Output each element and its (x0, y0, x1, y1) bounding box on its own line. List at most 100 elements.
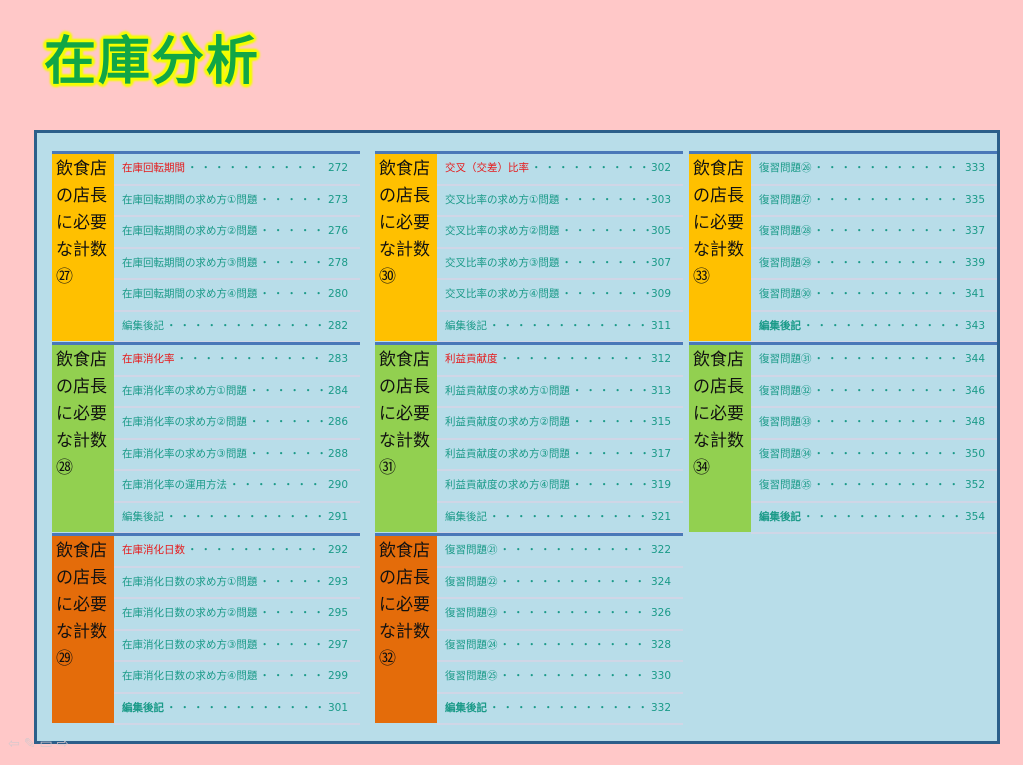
leader-dots: ・・・・・・・・・・・・・・・・・・・・ (499, 575, 649, 588)
contents-row[interactable]: 在庫回転期間・・・・・・・・・・・・・・・・・・・・272 (114, 154, 360, 186)
back-arrow-icon[interactable]: ⇦ (8, 736, 24, 752)
page-number: 292 (327, 544, 348, 556)
leader-dots: ・・・・・・・・・・・・・・・・・・・・ (813, 162, 963, 174)
contents-row[interactable]: 在庫消化日数の求め方②問題・・・・・・・・・・・・・・・・・・・・295 (114, 599, 360, 631)
contents-row[interactable]: 在庫消化率の求め方③問題・・・・・・・・・・・・・・・・・・・・288 (114, 440, 360, 471)
row-title: 編集後記 (445, 319, 487, 332)
contents-row[interactable]: 編集後記・・・・・・・・・・・・・・・・・・・・301 (114, 694, 360, 725)
page-number: 276 (327, 225, 348, 237)
leader-dots: ・・・・・・・・・・・・・・・・・・・・ (813, 256, 963, 269)
chapter-list: 在庫消化日数・・・・・・・・・・・・・・・・・・・・292在庫消化日数の求め方①… (114, 533, 360, 725)
contents-row[interactable]: 利益貢献度の求め方③問題・・・・・・・・・・・・・・・・・・・・317 (437, 440, 683, 471)
leader-dots: ・・・・・・・・・・・・・・・・・・・・ (187, 544, 326, 556)
page-number: 311 (650, 319, 671, 332)
row-title: 編集後記 (122, 701, 164, 714)
contents-row[interactable]: 復習問題㉙・・・・・・・・・・・・・・・・・・・・339 (751, 249, 997, 280)
page-number: 326 (650, 607, 671, 619)
row-title: 利益貢献度 (445, 353, 498, 365)
leader-dots: ・・・・・・・・・・・・・・・・・・・・ (813, 288, 963, 300)
leader-dots: ・・・・・・・・・・・・・・・・・・・・ (571, 479, 649, 491)
contents-row[interactable]: 復習問題㉞・・・・・・・・・・・・・・・・・・・・350 (751, 440, 997, 471)
contents-row[interactable]: 復習問題㉟・・・・・・・・・・・・・・・・・・・・352 (751, 471, 997, 503)
contents-row[interactable]: 復習問題㉜・・・・・・・・・・・・・・・・・・・・346 (751, 377, 997, 408)
page-number: 284 (327, 384, 348, 397)
contents-row[interactable]: 在庫回転期間の求め方①問題・・・・・・・・・・・・・・・・・・・・273 (114, 186, 360, 217)
contents-row[interactable]: 復習問題㉛・・・・・・・・・・・・・・・・・・・・344 (751, 345, 997, 377)
leader-dots: ・・・・・・・・・・・・・・・・・・・・ (561, 288, 649, 300)
page-number: 286 (327, 416, 348, 428)
page-number: 344 (964, 353, 985, 365)
contents-row[interactable]: 復習問題㉓・・・・・・・・・・・・・・・・・・・・326 (437, 599, 683, 631)
contents-row[interactable]: 在庫消化日数・・・・・・・・・・・・・・・・・・・・292 (114, 536, 360, 568)
page-number: 282 (327, 319, 348, 332)
contents-row[interactable]: 復習問題㉕・・・・・・・・・・・・・・・・・・・・330 (437, 662, 683, 694)
page-number: 350 (964, 447, 985, 460)
contents-row[interactable]: 復習問題㉘・・・・・・・・・・・・・・・・・・・・337 (751, 217, 997, 249)
contents-row[interactable]: 復習問題㉝・・・・・・・・・・・・・・・・・・・・348 (751, 408, 997, 440)
contents-row[interactable]: 編集後記・・・・・・・・・・・・・・・・・・・・332 (437, 694, 683, 725)
page-number: 288 (327, 447, 348, 460)
contents-row[interactable]: 在庫回転期間の求め方③問題・・・・・・・・・・・・・・・・・・・・278 (114, 249, 360, 280)
leader-dots: ・・・・・・・・・・・・・・・・・・・・ (571, 447, 649, 460)
leader-dots: ・・・・・・・・・・・・・・・・・・・・ (813, 447, 963, 460)
chapter-label: 飲食店の店長に必要な計数㉛ (375, 342, 437, 532)
contents-row[interactable]: 復習問題㉖・・・・・・・・・・・・・・・・・・・・333 (751, 154, 997, 186)
row-title: 利益貢献度の求め方③問題 (445, 447, 570, 460)
contents-row[interactable]: 在庫消化率の運用方法・・・・・・・・・・・・・・・・・・・・290 (114, 471, 360, 503)
contents-row[interactable]: 編集後記・・・・・・・・・・・・・・・・・・・・321 (437, 503, 683, 534)
contents-row[interactable]: 在庫消化日数の求め方①問題・・・・・・・・・・・・・・・・・・・・293 (114, 568, 360, 599)
contents-row[interactable]: 在庫消化率の求め方②問題・・・・・・・・・・・・・・・・・・・・286 (114, 408, 360, 440)
page-number: 273 (327, 193, 348, 206)
contents-row[interactable]: 交叉比率の求め方③問題・・・・・・・・・・・・・・・・・・・・307 (437, 249, 683, 280)
contents-row[interactable]: 利益貢献度・・・・・・・・・・・・・・・・・・・・312 (437, 345, 683, 377)
row-title: 在庫消化日数 (122, 544, 185, 556)
page-number: 312 (650, 353, 671, 365)
leader-dots: ・・・・・・・・・・・・・・・・・・・・ (166, 701, 326, 714)
chapter-label: 飲食店の店長に必要な計数㉘ (52, 342, 114, 532)
row-title: 在庫消化率の運用方法 (122, 479, 227, 491)
contents-row[interactable]: 利益貢献度の求め方②問題・・・・・・・・・・・・・・・・・・・・315 (437, 408, 683, 440)
contents-row[interactable]: 編集後記・・・・・・・・・・・・・・・・・・・・311 (437, 312, 683, 343)
contents-row[interactable]: 在庫消化日数の求め方③問題・・・・・・・・・・・・・・・・・・・・297 (114, 631, 360, 662)
leader-dots: ・・・・・・・・・・・・・・・・・・・・ (259, 607, 326, 619)
forward-arrow-icon[interactable]: ⇨ (57, 736, 73, 752)
contents-row[interactable]: 交叉（交差）比率・・・・・・・・・・・・・・・・・・・・302 (437, 154, 683, 186)
contents-row[interactable]: 在庫消化率の求め方①問題・・・・・・・・・・・・・・・・・・・・284 (114, 377, 360, 408)
contents-row[interactable]: 編集後記・・・・・・・・・・・・・・・・・・・・282 (114, 312, 360, 343)
contents-row[interactable]: 利益貢献度の求め方①問題・・・・・・・・・・・・・・・・・・・・313 (437, 377, 683, 408)
contents-row[interactable]: 利益貢献度の求め方④問題・・・・・・・・・・・・・・・・・・・・319 (437, 471, 683, 503)
row-title: 在庫回転期間の求め方①問題 (122, 193, 258, 206)
contents-row[interactable]: 交叉比率の求め方④問題・・・・・・・・・・・・・・・・・・・・309 (437, 280, 683, 312)
contents-row[interactable]: 交叉比率の求め方①問題・・・・・・・・・・・・・・・・・・・・303 (437, 186, 683, 217)
contents-row[interactable]: 復習問題㉗・・・・・・・・・・・・・・・・・・・・335 (751, 186, 997, 217)
slide-nav: ⇦✎▭⇨ (8, 736, 72, 752)
menu-icon[interactable]: ▭ (39, 736, 56, 752)
chapter-block: 飲食店の店長に必要な計数㉝復習問題㉖・・・・・・・・・・・・・・・・・・・・33… (689, 151, 997, 343)
leader-dots: ・・・・・・・・・・・・・・・・・・・・ (259, 638, 326, 651)
contents-row[interactable]: 編集後記・・・・・・・・・・・・・・・・・・・・343 (751, 312, 997, 343)
contents-row[interactable]: 在庫消化日数の求め方④問題・・・・・・・・・・・・・・・・・・・・299 (114, 662, 360, 694)
contents-row[interactable]: 復習問題㉚・・・・・・・・・・・・・・・・・・・・341 (751, 280, 997, 312)
contents-row[interactable]: 編集後記・・・・・・・・・・・・・・・・・・・・291 (114, 503, 360, 534)
contents-row[interactable]: 編集後記・・・・・・・・・・・・・・・・・・・・354 (751, 503, 997, 534)
leader-dots: ・・・・・・・・・・・・・・・・・・・・ (259, 288, 326, 300)
contents-row[interactable]: 在庫消化率・・・・・・・・・・・・・・・・・・・・283 (114, 345, 360, 377)
contents-row[interactable]: 交叉比率の求め方②問題・・・・・・・・・・・・・・・・・・・・305 (437, 217, 683, 249)
chapter-label: 飲食店の店長に必要な計数㉚ (375, 151, 437, 341)
contents-row[interactable]: 復習問題㉔・・・・・・・・・・・・・・・・・・・・328 (437, 631, 683, 662)
contents-row[interactable]: 在庫回転期間の求め方④問題・・・・・・・・・・・・・・・・・・・・280 (114, 280, 360, 312)
chapter-block: 飲食店の店長に必要な計数㉛利益貢献度・・・・・・・・・・・・・・・・・・・・31… (375, 342, 683, 534)
contents-row[interactable]: 復習問題㉒・・・・・・・・・・・・・・・・・・・・324 (437, 568, 683, 599)
page-number: 319 (650, 479, 671, 491)
page-number: 324 (650, 575, 671, 588)
contents-row[interactable]: 復習問題㉑・・・・・・・・・・・・・・・・・・・・322 (437, 536, 683, 568)
pen-icon[interactable]: ✎ (24, 736, 40, 752)
leader-dots: ・・・・・・・・・・・・・・・・・・・・ (166, 319, 326, 332)
page-number: 333 (964, 162, 985, 174)
contents-row[interactable]: 在庫回転期間の求め方②問題・・・・・・・・・・・・・・・・・・・・276 (114, 217, 360, 249)
chapter-list: 利益貢献度・・・・・・・・・・・・・・・・・・・・312利益貢献度の求め方①問題… (437, 342, 683, 534)
chapter-list: 交叉（交差）比率・・・・・・・・・・・・・・・・・・・・302交叉比率の求め方①… (437, 151, 683, 343)
row-title: 在庫回転期間の求め方③問題 (122, 256, 258, 269)
leader-dots: ・・・・・・・・・・・・・・・・・・・・ (813, 416, 963, 428)
page-number: 283 (327, 353, 348, 365)
